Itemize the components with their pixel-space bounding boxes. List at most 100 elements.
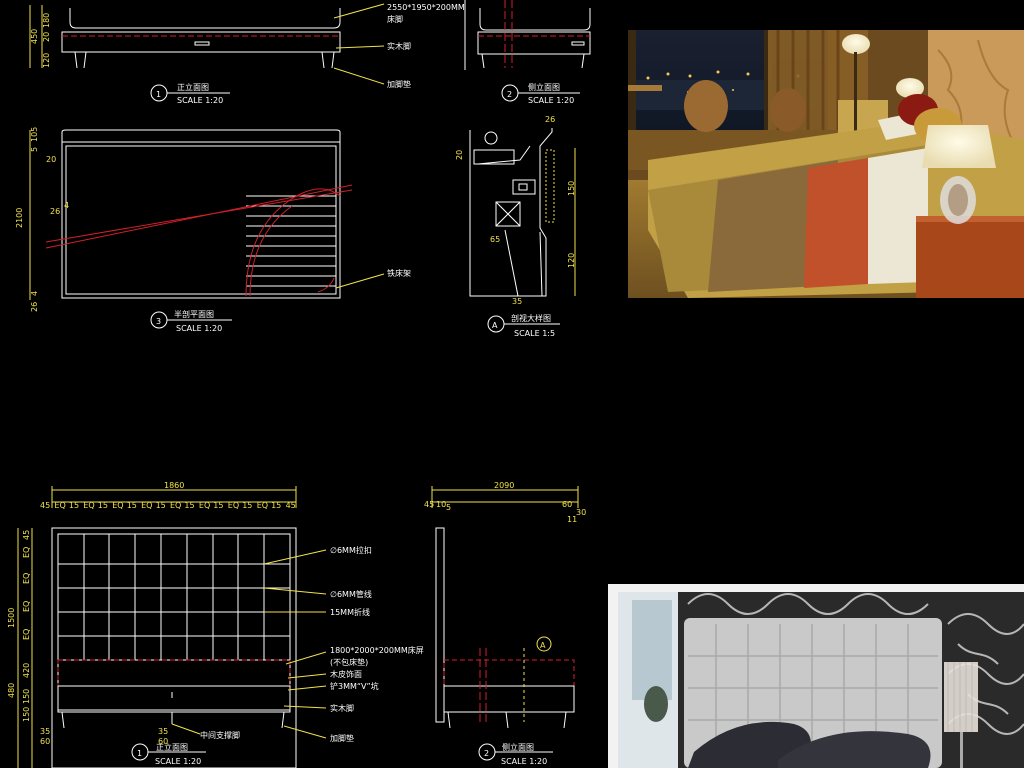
bottom-dim-35: 35 — [158, 727, 168, 736]
top-row-dim: 15 — [213, 501, 223, 510]
photo-tufted-headboard — [608, 584, 1024, 768]
dim-4-b: 4 — [30, 291, 39, 296]
title-block-3: 3 半剖平面图 SCALE 1:20 — [150, 309, 232, 333]
half-section-plan — [61, 129, 341, 299]
side-dim-45: 45 — [424, 500, 434, 509]
section-cut-lines — [45, 184, 353, 297]
top-row-dim: EQ — [199, 501, 210, 510]
headboard-photo-illustration — [608, 584, 1024, 768]
top-row-dim: EQ — [54, 501, 65, 510]
plan-dims: 5 105 20 2100 26 4 26 4 — [15, 127, 69, 312]
callout-mid-leg: 中间支撑脚 — [200, 730, 240, 740]
callout-size: 1800*2000*200MM床屏 — [330, 645, 424, 655]
dim-20-plan: 20 — [46, 155, 56, 164]
detail-dim-150: 150 — [567, 181, 576, 196]
title-2-scale: SCALE 1:20 — [528, 96, 574, 105]
section-detail-a — [469, 128, 555, 297]
left-dim-eq-1: EQ — [22, 547, 31, 558]
left-dim-eq-4: EQ — [22, 629, 31, 640]
title-a-name: 剖视大样图 — [511, 313, 551, 323]
title-3-num: 3 — [156, 317, 161, 326]
title-block-a: A 剖视大样图 SCALE 1:5 — [487, 313, 560, 338]
callout-pull: ∅6MM拉扣 — [330, 545, 372, 555]
front-elevation — [61, 8, 341, 69]
title-3-scale: SCALE 1:20 — [176, 324, 222, 333]
left-dim-eq-2: EQ — [22, 573, 31, 584]
armchair — [684, 80, 728, 132]
side-elevation — [464, 0, 591, 70]
top-row-dim: 45 — [40, 501, 50, 510]
top-row-dim: EQ — [141, 501, 152, 510]
title-block-b2: 2 侧立面图 SCALE 1:20 — [478, 742, 553, 766]
detail-dim-26: 26 — [545, 115, 555, 124]
top-row-dim: EQ — [112, 501, 123, 510]
dim-2100: 2100 — [15, 208, 24, 228]
title-1-name: 正立面图 — [177, 82, 209, 92]
callout-solid-leg: 实木脚 — [330, 703, 354, 713]
title-block-b1: 1 正立面图 SCALE 1:20 — [131, 742, 206, 766]
top-row-dim: 15 — [127, 501, 137, 510]
left-dim-60: 60 — [40, 737, 50, 746]
title-b2-scale: SCALE 1:20 — [501, 757, 547, 766]
cad-bottom-svg: 1860 45 EQ 15 EQ 15 EQ 15 EQ 15 EQ 15 EQ 15 EQ 15 EQ 15 4… — [7, 481, 586, 768]
cad-top-svg: 450 120 180 20 2550*1950*200MM 床脚 实木脚 加脚… — [15, 0, 591, 338]
dim-180: 180 — [42, 13, 51, 28]
callout-pad: 加脚垫 — [330, 733, 354, 743]
title-b2-num: 2 — [484, 749, 489, 758]
callout-veneer: 木皮饰面 — [330, 669, 362, 679]
callout-piping: ∅6MM管线 — [330, 589, 372, 599]
detail-dims: 26 20 150 120 65 35 — [455, 115, 576, 306]
dim-26-a: 26 — [50, 207, 60, 216]
callout-fold: 15MM折线 — [330, 607, 370, 617]
title-a-scale: SCALE 1:5 — [514, 329, 555, 338]
dim-105: 105 — [30, 127, 39, 142]
bed-runner-orange — [804, 158, 868, 288]
detail-dim-35: 35 — [512, 297, 522, 306]
side-dim-11: 11 — [567, 515, 577, 524]
callout-size: 2550*1950*200MM — [387, 3, 465, 12]
title-block-1: 1 正立面图 SCALE 1:20 — [150, 82, 230, 105]
side-dim-10: 10 — [436, 500, 446, 509]
lamp-shade — [944, 662, 978, 732]
left-dim-150-a: 150 — [22, 689, 31, 704]
top-row-dim: 15 — [69, 501, 79, 510]
title-b2-name: 侧立面图 — [502, 742, 534, 752]
callout-groove: 铲3MM“V”坑 — [330, 681, 379, 691]
left-dim-eq-3: EQ — [22, 601, 31, 612]
dim-450: 450 — [30, 29, 39, 44]
front-elev-dims: 450 120 180 20 — [29, 5, 51, 68]
cad-drawing-headboard: 1860 45 EQ 15 EQ 15 EQ 15 EQ 15 EQ 15 EQ 15 EQ 15 EQ 15 4… — [0, 478, 592, 768]
title-b1-scale: SCALE 1:20 — [155, 757, 201, 766]
dim-20: 20 — [42, 32, 51, 42]
top-row-dim: EQ — [257, 501, 268, 510]
title-b1-num: 1 — [137, 749, 142, 758]
title-block-2: 2 侧立面图 SCALE 1:20 — [501, 82, 580, 105]
top-row-dim: 45 — [286, 501, 296, 510]
dim-5: 5 — [30, 147, 39, 152]
callout-foot: 床脚 — [387, 14, 403, 24]
top-row-dim: EQ — [170, 501, 181, 510]
title-a-num: A — [492, 321, 498, 330]
left-dim-150-b: 150 — [22, 707, 31, 722]
photo-hotel-bedroom — [628, 30, 1024, 298]
cad-drawing-bed-top: 450 120 180 20 2550*1950*200MM 床脚 实木脚 加脚… — [0, 0, 618, 342]
title-2-name: 侧立面图 — [528, 82, 560, 92]
left-dim-35: 35 — [40, 727, 50, 736]
bedroom-photo-illustration — [628, 30, 1024, 298]
table-lamp-shade — [922, 125, 996, 168]
top-row-dim: 15 — [242, 501, 252, 510]
iron-frame-leader — [335, 273, 385, 289]
section-marker-a: A — [536, 636, 552, 652]
title-2-num: 2 — [507, 90, 512, 99]
dim-4-a: 4 — [64, 201, 69, 210]
dim-120: 120 — [42, 53, 51, 68]
top-row-dim: 15 — [156, 501, 166, 510]
top-row-dim: 15 — [271, 501, 281, 510]
left-dim-420: 420 — [22, 663, 31, 678]
dim-1860: 1860 — [164, 481, 184, 490]
top-row-dim: 15 — [98, 501, 108, 510]
title-1-scale: SCALE 1:20 — [177, 96, 223, 105]
top-row-dim: 15 — [184, 501, 194, 510]
front-elev-callouts — [333, 3, 385, 85]
side-dim-30: 30 — [576, 508, 586, 517]
